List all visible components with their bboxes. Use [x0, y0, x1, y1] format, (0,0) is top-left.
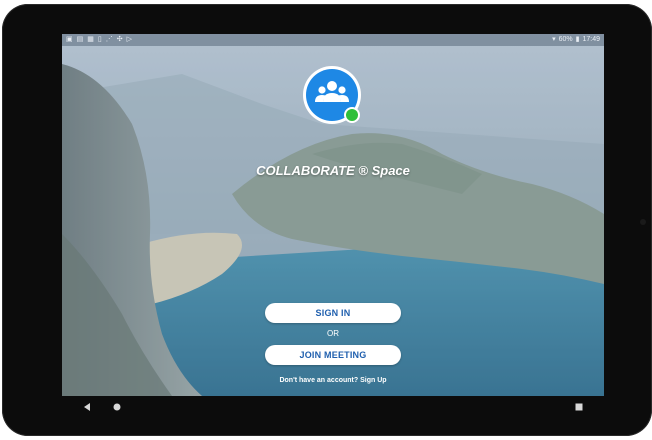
voice-icon: ✣ — [116, 36, 123, 43]
clock-time: 17:49 — [582, 36, 600, 43]
battery-icon: ▮ — [575, 36, 580, 43]
back-icon[interactable] — [82, 402, 92, 412]
or-separator: OR — [327, 329, 339, 338]
notification-icon: ▣ — [66, 36, 73, 43]
status-icons-right: ▾ 60% ▮ 17:49 — [552, 34, 600, 46]
camera-dot — [640, 219, 646, 225]
wifi-icon: ▾ — [552, 36, 556, 43]
status-icons-left: ▣ ▤ ▦ ▯ ⋰ ✣ ▷ — [66, 34, 132, 46]
join-meeting-button[interactable]: JOIN MEETING — [265, 345, 401, 365]
navigation-bar — [62, 396, 604, 418]
play-icon: ▷ — [126, 36, 132, 43]
sign-up-link[interactable]: Don't have an account? Sign Up — [62, 377, 604, 384]
battery-text: 60% — [558, 36, 573, 43]
sim-icon: ▯ — [97, 36, 102, 43]
message-icon: ▤ — [76, 36, 84, 43]
app-logo — [303, 66, 361, 124]
signal-icon: ⋰ — [105, 36, 113, 43]
calendar-icon: ▦ — [87, 36, 94, 43]
home-icon[interactable] — [112, 402, 122, 412]
recent-apps-icon[interactable] — [574, 402, 584, 412]
app-screen: ▣ ▤ ▦ ▯ ⋰ ✣ ▷ ▾ 60% ▮ 17:49 COLLABORATE … — [62, 34, 604, 396]
app-title: COLLABORATE ® Space — [256, 163, 410, 178]
sign-in-button[interactable]: SIGN IN — [265, 303, 401, 323]
status-bar: ▣ ▤ ▦ ▯ ⋰ ✣ ▷ ▾ 60% ▮ 17:49 — [62, 34, 604, 46]
